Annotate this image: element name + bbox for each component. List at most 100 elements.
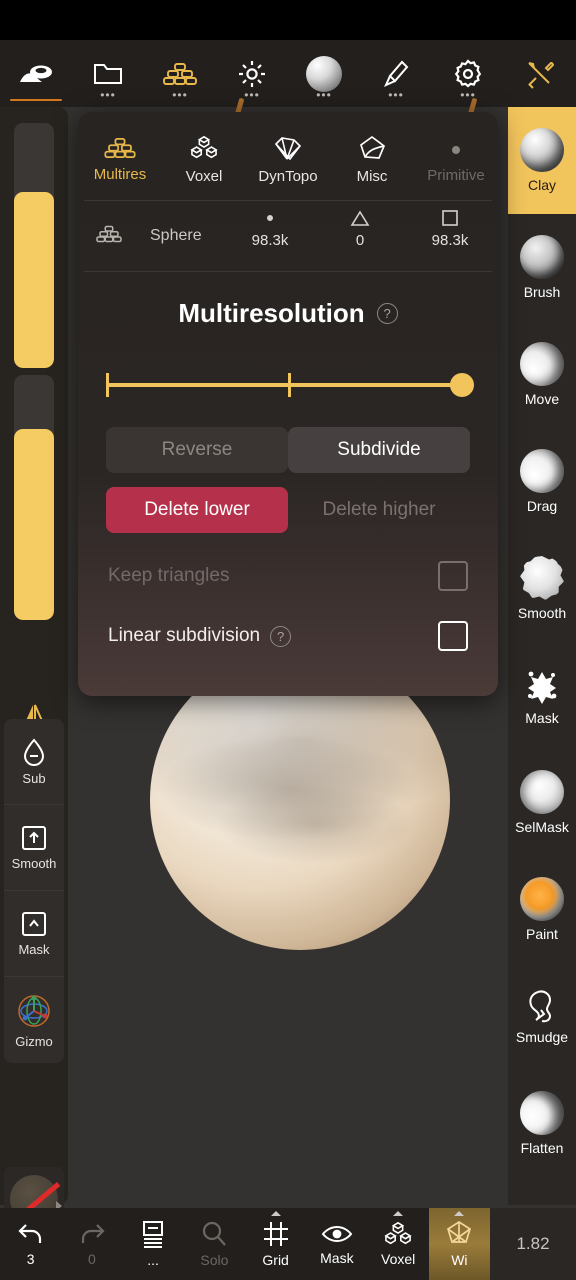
bottom-toolbar: 3 0 ... Solo Grid Mask Voxel Wi 1.82	[0, 1208, 576, 1280]
expand-arrow-icon[interactable]	[270, 1211, 281, 1216]
left-item-sub[interactable]: Sub	[4, 719, 64, 805]
topbar-item-paint[interactable]: •••	[360, 40, 432, 107]
overflow-dots[interactable]: •••	[316, 89, 332, 101]
left-item-smooth[interactable]: Smooth	[4, 805, 64, 891]
stat-vertices: 98.3k	[240, 209, 300, 249]
brush-item-move[interactable]: Move	[508, 321, 576, 428]
slider-thumb[interactable]	[450, 373, 474, 397]
delete-higher-button[interactable]: Delete higher	[288, 487, 470, 533]
tab-multires[interactable]: Multires	[78, 120, 162, 200]
gear-icon	[453, 57, 483, 91]
reverse-button[interactable]: Reverse	[106, 427, 288, 473]
left-item-label: Sub	[22, 771, 46, 786]
brush-label: Mask	[525, 710, 559, 726]
keep-triangles-checkbox[interactable]	[438, 561, 468, 591]
grid-button[interactable]: Grid	[245, 1208, 306, 1280]
multires-icon	[104, 137, 136, 159]
smooth-brush-icon	[520, 556, 564, 600]
voxel-icon	[190, 135, 218, 159]
brush-item-clay[interactable]: Clay	[508, 107, 576, 214]
mask-visibility-button[interactable]: Mask	[306, 1208, 367, 1280]
topbar-item-tools[interactable]	[504, 40, 576, 107]
dialog-tabs: Multires Voxel DynTopo Misc Primitive	[78, 112, 498, 200]
overflow-dots[interactable]: •••	[172, 89, 188, 101]
slider-tick-start	[106, 373, 109, 397]
drag-brush-icon	[520, 449, 564, 493]
wireframe-button[interactable]: Wi	[428, 1208, 490, 1280]
help-icon[interactable]: ?	[270, 625, 292, 647]
undo-button[interactable]: 3	[0, 1208, 61, 1280]
overflow-dots[interactable]: •••	[388, 89, 404, 101]
vertex-dot-icon	[267, 215, 273, 221]
topbar-item-lighting[interactable]: •••	[216, 40, 288, 107]
tab-misc[interactable]: Misc	[330, 120, 414, 200]
tab-primitive[interactable]: Primitive	[414, 120, 498, 200]
selmask-brush-icon	[520, 770, 564, 814]
linear-subdivision-checkbox[interactable]	[438, 621, 468, 651]
topbar-item-topology[interactable]: •••	[144, 40, 216, 107]
brush-item-smudge[interactable]: Smudge	[508, 963, 576, 1070]
brush-radius-slider[interactable]	[14, 123, 54, 368]
voxel-button[interactable]: Voxel	[368, 1208, 429, 1280]
keep-triangles-label: Keep triangles	[108, 565, 230, 586]
mask-brush-icon	[528, 671, 557, 704]
stat-triangles: 0	[330, 209, 390, 249]
brush-label: SelMask	[515, 819, 569, 835]
linear-subdivision-row[interactable]: Linear subdivision ?	[108, 619, 468, 653]
brush-item-paint[interactable]: Paint	[508, 856, 576, 963]
gizmo-icon	[18, 994, 50, 1027]
left-item-gizmo[interactable]: Gizmo	[4, 977, 64, 1063]
brush-label: Clay	[527, 177, 556, 193]
brush-item-smooth[interactable]: Smooth	[508, 535, 576, 642]
brush-label: Drag	[526, 498, 558, 514]
left-item-mask[interactable]: Mask	[4, 891, 64, 977]
status-bar	[0, 0, 576, 40]
stat-value: 0	[355, 232, 365, 249]
multires-level-slider[interactable]	[106, 369, 474, 401]
stat-value: 98.3k	[251, 232, 289, 249]
grid-label: Grid	[262, 1252, 289, 1268]
left-sidebar: Sym Sub Smooth Mask	[0, 107, 68, 1280]
solo-button[interactable]: Solo	[184, 1208, 245, 1280]
help-icon[interactable]: ?	[376, 303, 398, 324]
topbar-item-logo[interactable]	[0, 40, 72, 107]
brush-item-brush[interactable]: Brush	[508, 214, 576, 321]
brush-label: Move	[524, 391, 560, 407]
dialog-title-row: Multiresolution ?	[78, 298, 498, 329]
mesh-info-row[interactable]: Sphere 98.3k 0 98.3k	[78, 201, 498, 271]
brush-item-selmask[interactable]: SelMask	[508, 749, 576, 856]
page-title: Multiresolution	[178, 298, 365, 328]
slider-tick-mid	[288, 373, 291, 397]
topbar-item-material[interactable]: •••	[288, 40, 360, 107]
redo-button[interactable]: 0	[61, 1208, 122, 1280]
delete-lower-button[interactable]: Delete lower	[106, 487, 288, 533]
layers-icon	[143, 1221, 164, 1248]
paint-brush-icon	[520, 877, 564, 921]
brush-strength-slider[interactable]	[14, 375, 54, 620]
top-toolbar: ••• ••• ••• ••• ••• •••	[0, 40, 576, 107]
flatten-brush-icon	[520, 1091, 564, 1135]
overflow-dots[interactable]: •••	[100, 89, 116, 101]
layers-button[interactable]: ...	[123, 1208, 184, 1280]
tab-dyntopo[interactable]: DynTopo	[246, 120, 330, 200]
voxel-label: Voxel	[381, 1251, 416, 1267]
subdivide-button[interactable]: Subdivide	[288, 427, 470, 473]
topbar-item-settings[interactable]: •••	[432, 40, 504, 107]
overflow-dots[interactable]: •••	[244, 89, 260, 101]
tab-label: DynTopo	[258, 168, 318, 185]
brush-item-mask[interactable]: Mask	[508, 642, 576, 749]
redo-icon	[81, 1224, 105, 1243]
brush-icon	[383, 57, 409, 91]
topbar-item-files[interactable]: •••	[72, 40, 144, 107]
tab-label: Primitive	[427, 167, 485, 184]
brush-label: Smudge	[515, 1029, 569, 1045]
expand-arrow-icon[interactable]	[393, 1211, 404, 1216]
nomad-logo-icon	[18, 57, 54, 91]
expand-arrow-icon[interactable]	[454, 1211, 465, 1216]
brush-item-flatten[interactable]: Flatten	[508, 1070, 576, 1177]
keep-triangles-row[interactable]: Keep triangles	[108, 559, 468, 593]
mask-label: Mask	[320, 1250, 354, 1266]
tab-label: Multires	[93, 166, 147, 183]
brush-item-drag[interactable]: Drag	[508, 428, 576, 535]
tab-voxel[interactable]: Voxel	[162, 120, 246, 200]
